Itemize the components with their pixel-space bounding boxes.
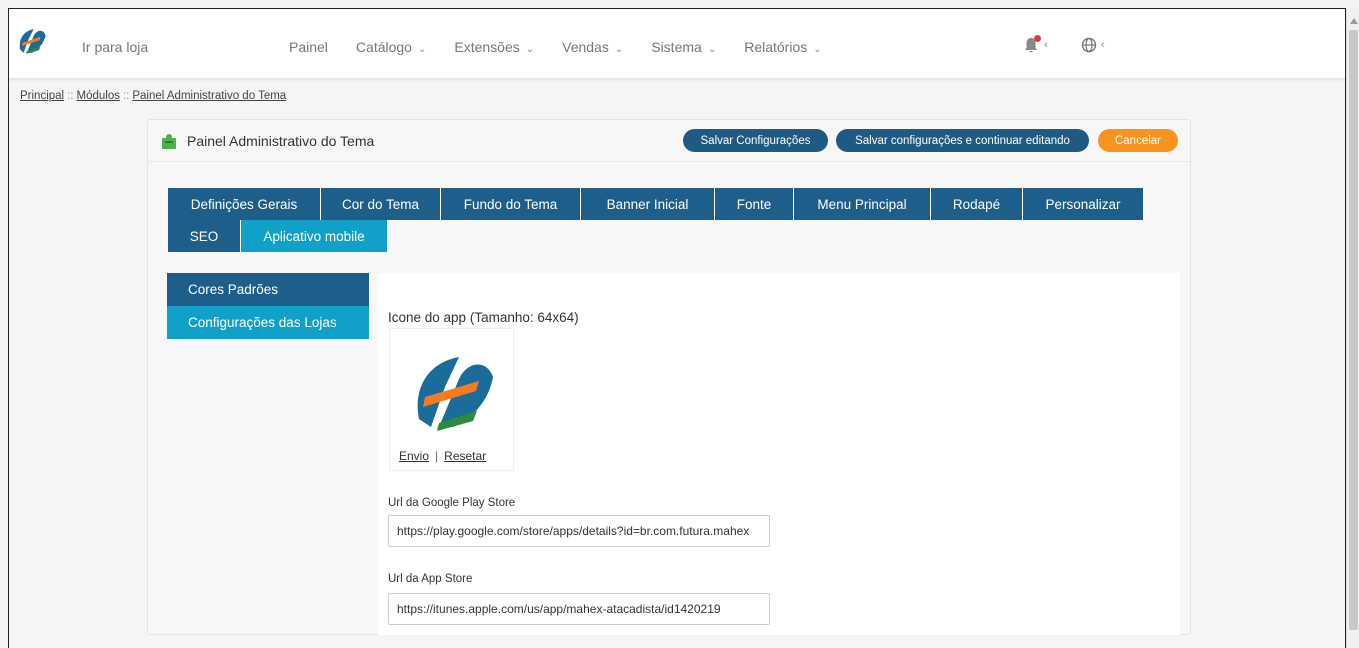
google-play-url-input[interactable] — [388, 515, 770, 547]
notification-badge — [1034, 35, 1041, 42]
upload-link[interactable]: Envio — [399, 449, 429, 463]
breadcrumb-painel-tema[interactable]: Painel Administrativo do Tema — [132, 90, 286, 102]
scroll-thumb[interactable] — [1349, 30, 1358, 630]
side-item-configuracoes-lojas[interactable]: Configurações das Lojas — [167, 306, 369, 339]
chevron-down-icon: ⌄ — [813, 44, 822, 55]
breadcrumb-modulos[interactable]: Módulos — [77, 90, 120, 102]
menu-catalogo[interactable]: Catálogo ⌄ — [356, 39, 426, 55]
browser-viewport: Ir para loja Painel Catálogo ⌄ Extensões ⌄… — [8, 8, 1346, 648]
theme-panel-card: Painel Administrativo do Tema Salvar Con… — [147, 119, 1191, 635]
tab-cor-do-tema[interactable]: Cor do Tema — [321, 188, 441, 220]
tab-fonte[interactable]: Fonte — [715, 188, 794, 220]
page-title: Painel Administrativo do Tema — [187, 133, 375, 149]
save-continue-button[interactable]: Salvar configurações e continuar editand… — [836, 129, 1089, 152]
chevron-down-icon: ⌄ — [525, 44, 535, 55]
tab-rodape[interactable]: Rodapé — [931, 188, 1023, 220]
reset-link[interactable]: Resetar — [444, 449, 486, 463]
app-store-url-input[interactable] — [388, 593, 770, 625]
top-navbar: Ir para loja Painel Catálogo ⌄ Extensões ⌄… — [9, 9, 1345, 79]
brand-logo[interactable] — [15, 24, 49, 58]
menu-extensoes[interactable]: Extensões ⌄ — [454, 39, 534, 55]
globe-icon[interactable] — [1081, 37, 1097, 53]
chevron-down-icon: ⌄ — [614, 44, 624, 55]
tab-seo[interactable]: SEO — [168, 220, 241, 252]
app-logo — [417, 357, 493, 431]
tab-aplicativo-mobile[interactable]: Aplicativo mobile — [241, 220, 388, 252]
main-menu: Painel Catálogo ⌄ Extensões ⌄ Vendas ⌄ Sist… — [289, 39, 850, 55]
side-item-cores-padroes[interactable]: Cores Padrões — [167, 273, 369, 306]
chevron-down-icon: ⌄ — [707, 44, 717, 55]
app-icon-preview: Envio | Resetar — [389, 328, 514, 471]
tab-personalizar[interactable]: Personalizar — [1023, 188, 1144, 220]
side-menu: Cores Padrões Configurações das Lojas — [167, 273, 369, 339]
breadcrumb-principal[interactable]: Principal — [20, 90, 64, 102]
chevron-down-icon: ⌄ — [417, 44, 427, 55]
menu-vendas[interactable]: Vendas ⌄ — [562, 39, 623, 55]
tab-banner-inicial[interactable]: Banner Inicial — [581, 188, 715, 220]
menu-relatorios[interactable]: Relatórios ⌄ — [744, 39, 821, 55]
card-header: Painel Administrativo do Tema Salvar Con… — [148, 120, 1190, 162]
scroll-up-icon[interactable] — [1350, 18, 1358, 24]
icon-actions: Envio | Resetar — [399, 449, 487, 463]
tab-fundo-do-tema[interactable]: Fundo do Tema — [441, 188, 581, 220]
save-button[interactable]: Salvar Configurações — [683, 129, 828, 152]
tab-definicoes-gerais[interactable]: Definições Gerais — [168, 188, 321, 220]
menu-painel[interactable]: Painel — [289, 39, 328, 55]
cancel-button[interactable]: Cancelar — [1098, 129, 1178, 152]
puzzle-icon — [162, 134, 176, 149]
menu-sistema[interactable]: Sistema ⌄ — [651, 39, 716, 55]
google-play-label: Url da Google Play Store — [388, 497, 516, 509]
app-icon-label: Icone do app (Tamanho: 64x64) — [388, 310, 579, 325]
settings-tabs: Definições Gerais Cor do Tema Fundo do T… — [168, 188, 1144, 252]
page-scrollbar[interactable] — [1346, 8, 1359, 648]
tab-menu-principal[interactable]: Menu Principal — [794, 188, 931, 220]
app-store-label: Url da App Store — [388, 573, 473, 585]
mobile-app-settings-panel: Icone do app (Tamanho: 64x64) Envio | Rese… — [378, 273, 1180, 635]
chevron-left-icon[interactable]: ‹ — [1101, 39, 1105, 51]
breadcrumb: Principal:: Módulos:: Painel Administrativ… — [20, 90, 287, 102]
goto-store-link[interactable]: Ir para loja — [82, 39, 148, 55]
chevron-left-icon[interactable]: ‹ — [1044, 39, 1048, 51]
